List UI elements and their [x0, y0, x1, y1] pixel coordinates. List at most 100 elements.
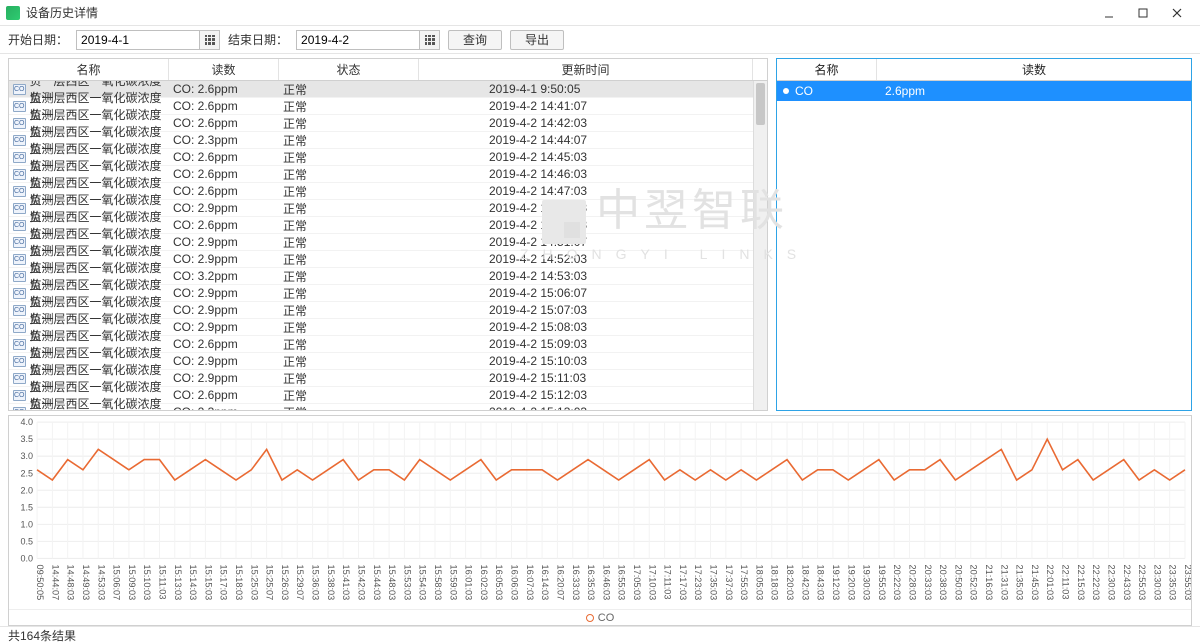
device-icon: CO: [13, 220, 26, 231]
start-date-input[interactable]: [76, 30, 200, 50]
col-read-header[interactable]: 读数: [169, 59, 279, 80]
minimize-button[interactable]: [1092, 2, 1126, 24]
col-status-header[interactable]: 状态: [279, 59, 419, 80]
titlebar: 设备历史详情: [0, 0, 1200, 26]
row-time: 2019-4-2 15:13:03: [419, 404, 767, 410]
svg-text:17:10:03: 17:10:03: [647, 564, 657, 600]
end-date-picker-button[interactable]: [420, 30, 440, 50]
device-icon: CO: [13, 271, 26, 282]
device-icon: CO: [13, 169, 26, 180]
detail-row[interactable]: CO 2.6ppm: [777, 81, 1191, 101]
svg-text:21:31:03: 21:31:03: [999, 564, 1009, 600]
detail-row-name: CO: [795, 84, 885, 98]
row-read: CO: 2.3ppm: [169, 404, 279, 410]
svg-text:15:14:03: 15:14:03: [188, 564, 198, 600]
svg-text:16:02:03: 16:02:03: [479, 564, 489, 600]
svg-text:15:53:03: 15:53:03: [402, 564, 412, 600]
row-time: 2019-4-2 14:53:03: [419, 268, 767, 284]
row-time: 2019-4-2 15:06:07: [419, 285, 767, 301]
svg-text:20:28:03: 20:28:03: [907, 564, 917, 600]
svg-text:22:22:03: 22:22:03: [1091, 564, 1101, 600]
svg-text:2.0: 2.0: [21, 485, 34, 495]
bullet-icon: [783, 88, 789, 94]
svg-text:22:01:03: 22:01:03: [1045, 564, 1055, 600]
row-read: CO: 2.6ppm: [169, 217, 279, 233]
svg-text:15:42:03: 15:42:03: [356, 564, 366, 600]
scrollbar-thumb[interactable]: [756, 83, 765, 125]
svg-text:14:44:07: 14:44:07: [50, 564, 60, 600]
end-date-field: [296, 30, 440, 50]
toolbar: 开始日期： 结束日期： 查询 导出: [0, 26, 1200, 54]
end-date-input[interactable]: [296, 30, 420, 50]
history-table-header: 名称 读数 状态 更新时间: [9, 59, 767, 81]
start-date-picker-button[interactable]: [200, 30, 220, 50]
svg-text:18:42:03: 18:42:03: [800, 564, 810, 600]
status-text: 共164条结果: [8, 627, 76, 644]
detail-col-read[interactable]: 读数: [877, 59, 1191, 80]
svg-text:15:38:03: 15:38:03: [326, 564, 336, 600]
row-read: CO: 2.9ppm: [169, 285, 279, 301]
row-read: CO: 2.6ppm: [169, 115, 279, 131]
row-time: 2019-4-2 14:48:03: [419, 200, 767, 216]
svg-text:22:55:03: 22:55:03: [1137, 564, 1147, 600]
row-read: CO: 2.9ppm: [169, 353, 279, 369]
svg-text:16:35:03: 16:35:03: [586, 564, 596, 600]
maximize-button[interactable]: [1126, 2, 1160, 24]
col-time-header[interactable]: 更新时间: [419, 59, 753, 80]
history-scrollbar[interactable]: [753, 81, 767, 410]
svg-text:15:58:03: 15:58:03: [433, 564, 443, 600]
svg-text:0.5: 0.5: [21, 536, 34, 546]
svg-text:22:15:03: 22:15:03: [1076, 564, 1086, 600]
svg-text:17:55:03: 17:55:03: [739, 564, 749, 600]
svg-text:17:17:03: 17:17:03: [678, 564, 688, 600]
row-time: 2019-4-2 14:42:03: [419, 115, 767, 131]
svg-text:15:06:07: 15:06:07: [112, 564, 122, 600]
row-read: CO: 2.6ppm: [169, 387, 279, 403]
device-icon: CO: [13, 254, 26, 265]
row-read: CO: 2.9ppm: [169, 370, 279, 386]
row-status: 正常: [279, 98, 419, 114]
device-icon: CO: [13, 339, 26, 350]
svg-text:16:20:07: 16:20:07: [555, 564, 565, 600]
svg-text:15:10:03: 15:10:03: [142, 564, 152, 600]
svg-text:15:48:03: 15:48:03: [387, 564, 397, 600]
detail-table: 名称 读数 CO 2.6ppm: [776, 58, 1192, 411]
svg-text:1.0: 1.0: [21, 519, 34, 529]
detail-col-name[interactable]: 名称: [777, 59, 877, 80]
svg-text:14:48:03: 14:48:03: [66, 564, 76, 600]
svg-text:18:05:03: 18:05:03: [754, 564, 764, 600]
svg-text:17:05:03: 17:05:03: [632, 564, 642, 600]
export-button[interactable]: 导出: [510, 30, 564, 50]
row-time: 2019-4-2 15:09:03: [419, 336, 767, 352]
svg-text:15:25:07: 15:25:07: [265, 564, 275, 600]
svg-text:17:11:03: 17:11:03: [663, 564, 673, 599]
svg-text:20:50:03: 20:50:03: [953, 564, 963, 600]
row-read: CO: 2.6ppm: [169, 336, 279, 352]
svg-text:16:55:03: 16:55:03: [617, 564, 627, 600]
legend-marker-icon: [586, 614, 594, 622]
device-icon: CO: [13, 101, 26, 112]
row-read: CO: 2.6ppm: [169, 149, 279, 165]
chart[interactable]: 0.00.51.01.52.02.53.03.54.009:50:0514:44…: [9, 416, 1191, 609]
device-icon: CO: [13, 152, 26, 163]
svg-text:17:37:03: 17:37:03: [724, 564, 734, 600]
device-icon: CO: [13, 305, 26, 316]
svg-text:15:44:03: 15:44:03: [372, 564, 382, 600]
query-button[interactable]: 查询: [448, 30, 502, 50]
svg-text:16:06:03: 16:06:03: [510, 564, 520, 600]
svg-text:19:55:03: 19:55:03: [877, 564, 887, 600]
svg-text:15:54:03: 15:54:03: [418, 564, 428, 600]
close-button[interactable]: [1160, 2, 1194, 24]
svg-text:21:45:03: 21:45:03: [1030, 564, 1040, 600]
row-time: 2019-4-2 14:44:07: [419, 132, 767, 148]
svg-text:22:11:03: 22:11:03: [1061, 564, 1071, 599]
row-read: CO: 2.6ppm: [169, 81, 279, 97]
row-read: CO: 2.6ppm: [169, 166, 279, 182]
row-status: 正常: [279, 183, 419, 199]
row-status: 正常: [279, 166, 419, 182]
col-name-header[interactable]: 名称: [9, 59, 169, 80]
table-row[interactable]: CO负一层西区一氧化碳浓度监测CO: 2.3ppm正常2019-4-2 15:1…: [9, 404, 767, 410]
device-icon: CO: [13, 84, 26, 95]
svg-text:17:35:03: 17:35:03: [709, 564, 719, 600]
row-read: CO: 2.9ppm: [169, 234, 279, 250]
